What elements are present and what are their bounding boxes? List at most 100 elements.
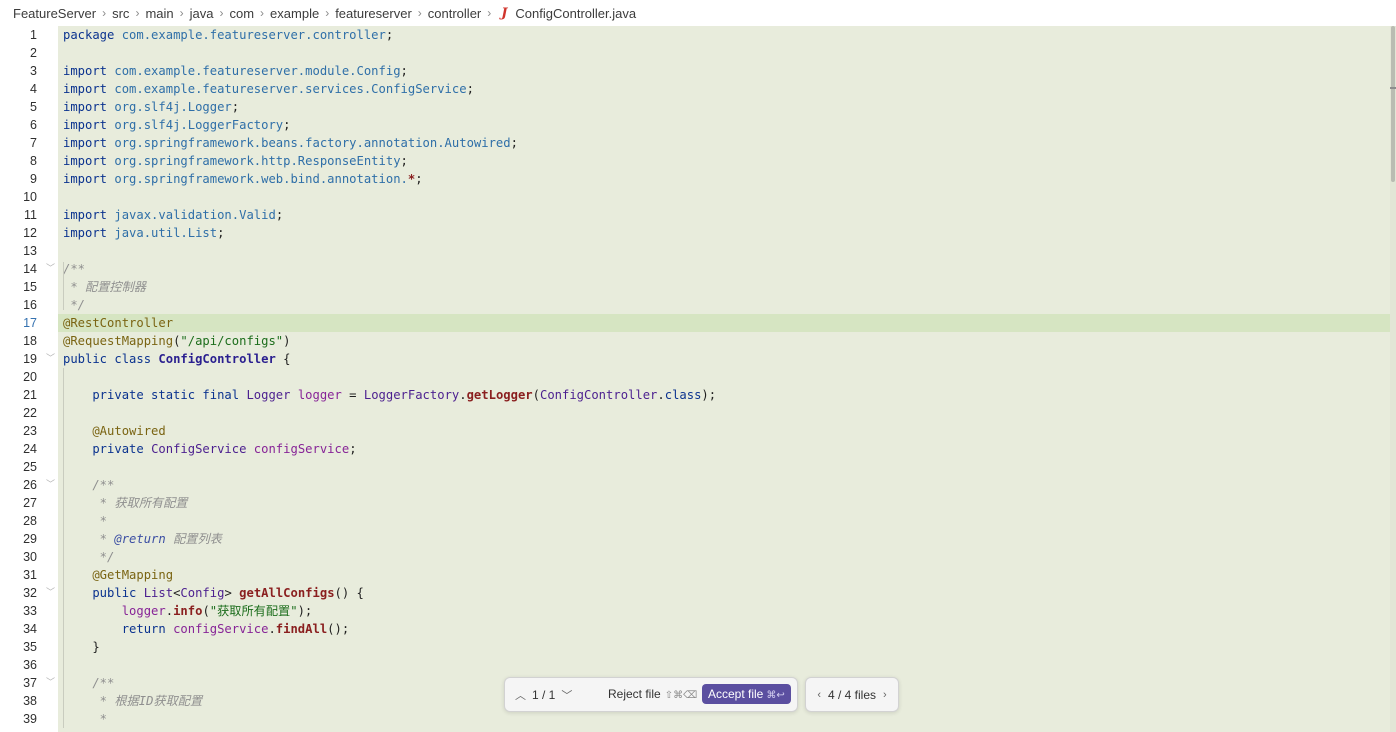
code-editor[interactable]: 1 package com.example.featureserver.contr…: [0, 26, 1396, 732]
breadcrumb-item[interactable]: featureserver: [335, 6, 412, 21]
breadcrumb-item[interactable]: example: [270, 6, 319, 21]
line-number: 30: [23, 550, 37, 564]
code-line[interactable]: 26 ﹀ /**: [0, 476, 1390, 494]
breadcrumb-item[interactable]: FeatureServer: [13, 6, 96, 21]
chevron-down-icon[interactable]: ﹀: [46, 350, 55, 368]
scrollbar-thumb[interactable]: [1391, 26, 1395, 182]
code-token: import: [63, 154, 115, 168]
breadcrumb-item[interactable]: java: [190, 6, 214, 21]
code-line[interactable]: 16 */: [0, 296, 1390, 314]
change-navigator: ︿ 1 / 1 ﹀: [515, 687, 572, 703]
code-content: * 配置控制器: [58, 278, 1390, 296]
chevron-right-icon[interactable]: ›: [883, 689, 887, 701]
code-line[interactable]: 8 import org.springframework.http.Respons…: [0, 152, 1390, 170]
line-number: 6: [30, 118, 37, 132]
code-line[interactable]: 11 import javax.validation.Valid;: [0, 206, 1390, 224]
code-token: logger: [297, 388, 342, 402]
code-line[interactable]: 19 ﹀ public class ConfigController {: [0, 350, 1390, 368]
breadcrumb-item[interactable]: src: [112, 6, 129, 21]
code-line[interactable]: 39 *: [0, 710, 1390, 728]
code-line[interactable]: 25: [0, 458, 1390, 476]
chevron-left-icon[interactable]: ‹: [817, 689, 821, 701]
line-number: 35: [23, 640, 37, 654]
code-line[interactable]: 7 import org.springframework.beans.factor…: [0, 134, 1390, 152]
code-line[interactable]: 23 @Autowired: [0, 422, 1390, 440]
code-token: com.example.featureserver.controller: [121, 28, 386, 42]
code-line[interactable]: 1 package com.example.featureserver.contr…: [0, 26, 1390, 44]
code-line[interactable]: 21 private static final Logger logger = …: [0, 386, 1390, 404]
code-line[interactable]: 2: [0, 44, 1390, 62]
chevron-down-icon[interactable]: ﹀: [46, 674, 55, 692]
code-line[interactable]: 20: [0, 368, 1390, 386]
code-token: com.example.featureserver.services.Confi…: [114, 82, 467, 96]
accept-file-button[interactable]: Accept file ⌘↩: [702, 684, 791, 704]
code-line[interactable]: 28 *: [0, 512, 1390, 530]
breadcrumb-item[interactable]: controller: [428, 6, 481, 21]
code-token: org.slf4j.LoggerFactory: [114, 118, 284, 132]
code-content: private static final Logger logger = Log…: [58, 386, 1390, 404]
vertical-scrollbar[interactable]: [1390, 26, 1396, 732]
code-token: info: [173, 604, 203, 618]
code-line[interactable]: 29 * @return 配置列表: [0, 530, 1390, 548]
line-number: 9: [30, 172, 37, 186]
code-token: import: [63, 118, 115, 132]
line-number: 2: [30, 46, 37, 60]
reject-file-button[interactable]: Reject file ⇧⌘⌫: [608, 687, 697, 701]
code-line[interactable]: 12 import java.util.List;: [0, 224, 1390, 242]
code-token: import: [63, 172, 115, 186]
breadcrumb-item[interactable]: main: [145, 6, 173, 21]
code-line[interactable]: 17 @RestController: [0, 314, 1390, 332]
chevron-down-icon[interactable]: ﹀: [46, 584, 55, 602]
line-number: 22: [23, 406, 37, 420]
code-token: import: [63, 226, 115, 240]
chevron-down-icon[interactable]: ﹀: [561, 687, 572, 703]
code-line[interactable]: 6 import org.slf4j.LoggerFactory;: [0, 116, 1390, 134]
code-line[interactable]: 4 import com.example.featureserver.servic…: [0, 80, 1390, 98]
chevron-right-icon: ›: [260, 6, 265, 20]
code-content: import org.springframework.web.bind.anno…: [58, 170, 1390, 188]
code-line[interactable]: 24 private ConfigService configService;: [0, 440, 1390, 458]
code-line[interactable]: 15 * 配置控制器: [0, 278, 1390, 296]
code-line[interactable]: 35 }: [0, 638, 1390, 656]
chevron-down-icon[interactable]: ﹀: [46, 476, 55, 494]
code-line[interactable]: 30 */: [0, 548, 1390, 566]
code-line[interactable]: 32 ﹀ public List<Config> getAllConfigs() …: [0, 584, 1390, 602]
chevron-right-icon: ›: [135, 6, 140, 20]
code-token: ;: [231, 100, 240, 114]
breadcrumb-item[interactable]: com: [229, 6, 254, 21]
code-token: ;: [415, 172, 423, 186]
code-content: }: [58, 638, 1390, 656]
code-content: [58, 44, 1390, 62]
code-line[interactable]: 14 ﹀ /**: [0, 260, 1390, 278]
line-number: 36: [23, 658, 37, 672]
code-token: (: [532, 388, 540, 402]
line-number: 29: [23, 532, 37, 546]
code-token: ;: [510, 136, 518, 150]
code-content: import com.example.featureserver.module.…: [58, 62, 1390, 80]
code-line[interactable]: 3 import com.example.featureserver.module…: [0, 62, 1390, 80]
code-line[interactable]: 34 return configService.findAll();: [0, 620, 1390, 638]
code-line[interactable]: 18 @RequestMapping("/api/configs"): [0, 332, 1390, 350]
code-content: public class ConfigController {: [58, 350, 1390, 368]
line-number: 14: [23, 262, 37, 276]
code-line[interactable]: 31 @GetMapping: [0, 566, 1390, 584]
code-line[interactable]: 22: [0, 404, 1390, 422]
code-line[interactable]: 9 import org.springframework.web.bind.ann…: [0, 170, 1390, 188]
code-line[interactable]: 36: [0, 656, 1390, 674]
chevron-down-icon[interactable]: ﹀: [46, 260, 55, 278]
code-line[interactable]: 27 * 获取所有配置: [0, 494, 1390, 512]
chevron-right-icon: ›: [417, 6, 422, 20]
line-number: 26: [23, 478, 37, 492]
code-line[interactable]: 5 import org.slf4j.Logger;: [0, 98, 1390, 116]
code-token: private: [63, 442, 152, 456]
code-token: package: [63, 28, 122, 42]
chevron-up-icon[interactable]: ︿: [515, 687, 526, 703]
code-line[interactable]: 33 logger.info("获取所有配置");: [0, 602, 1390, 620]
code-line[interactable]: 13: [0, 242, 1390, 260]
chevron-right-icon: ›: [219, 6, 224, 20]
breadcrumb-file[interactable]: ConfigController.java: [515, 6, 636, 21]
code-token: configService: [253, 442, 350, 456]
code-line[interactable]: 10: [0, 188, 1390, 206]
code-token: .: [165, 604, 174, 618]
code-content: import org.slf4j.Logger;: [58, 98, 1390, 116]
